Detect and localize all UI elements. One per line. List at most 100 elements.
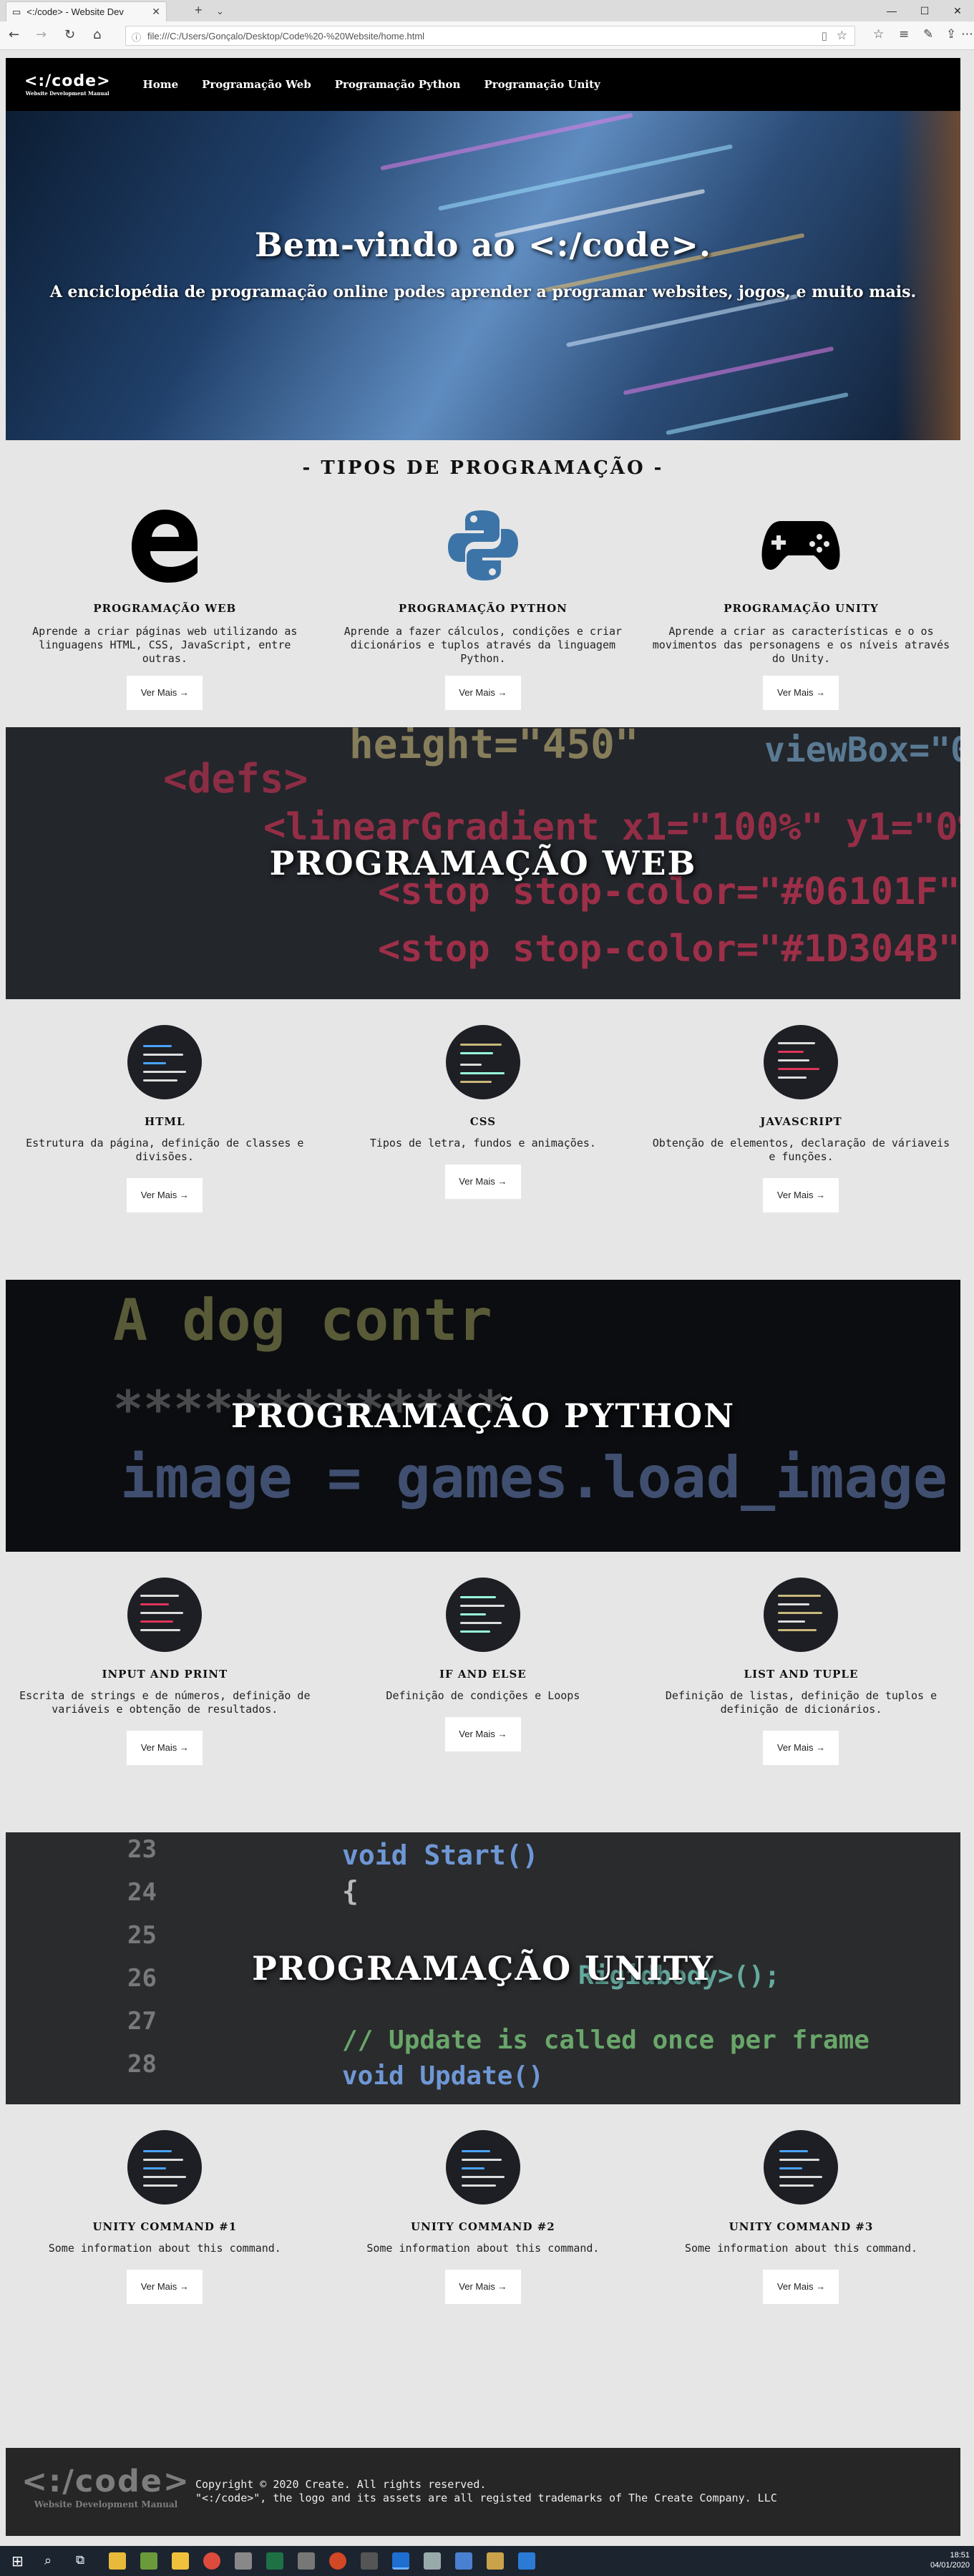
topic-card-unity-1: UNITY COMMAND #1 Some information about … — [6, 2130, 324, 2304]
topic-card-html: HTML Estrutura da página, definição de c… — [6, 1025, 324, 1212]
app-icon[interactable] — [487, 2552, 504, 2570]
ver-mais-button[interactable]: Ver Mais → — [444, 1717, 521, 1751]
share-icon[interactable]: ⇪ — [946, 27, 956, 42]
ver-mais-button[interactable]: Ver Mais → — [763, 2270, 839, 2304]
app-icon[interactable] — [298, 2552, 315, 2570]
python-topics: INPUT AND PRINT Escrita de strings e de … — [6, 1578, 960, 1765]
type-desc: Aprende a criar as características e o o… — [652, 625, 950, 665]
ver-mais-button[interactable]: Ver Mais → — [444, 676, 521, 710]
site-navbar: <:/code> Website Development Manual Home… — [6, 58, 960, 111]
edge-icon — [132, 510, 198, 583]
topic-name: JAVASCRIPT — [760, 1115, 842, 1128]
maximize-icon[interactable]: ☐ — [908, 0, 941, 21]
type-desc: Aprende a criar páginas web utilizando a… — [32, 625, 298, 665]
topic-card-css: CSS Tipos de letra, fundos e animações. … — [324, 1025, 643, 1212]
search-icon[interactable]: ⌕ — [44, 2553, 52, 2568]
browser-tab[interactable]: ▭ <:/code> - Website Dev ✕ — [6, 1, 167, 21]
hub-icon[interactable]: ≡ — [899, 27, 909, 42]
web-topics: HTML Estrutura da página, definição de c… — [6, 1025, 960, 1212]
web-page: <:/code> Website Development Manual Home… — [6, 58, 960, 2304]
type-desc: Aprende a fazer cálculos, condições e cr… — [344, 625, 623, 665]
home-icon[interactable]: ⌂ — [93, 27, 101, 42]
vscode-icon[interactable] — [518, 2552, 535, 2570]
unity-banner-title: PROGRAMAÇÃO UNITY — [252, 1949, 714, 1988]
topic-desc: Obtenção de elementos, declaração de vár… — [652, 1137, 950, 1163]
nav-unity[interactable]: Programação Unity — [484, 78, 600, 91]
topic-desc: Tipos de letra, fundos e animações. — [369, 1137, 596, 1150]
nav-python[interactable]: Programação Python — [335, 78, 461, 91]
tab-title: <:/code> - Website Dev — [26, 6, 124, 17]
topic-desc: Definição de condições e Loops — [386, 1689, 580, 1702]
site-logo[interactable]: <:/code> Website Development Manual — [24, 72, 111, 97]
footer-logo-title: <:/code> — [21, 2464, 190, 2499]
favorites-bar-icon[interactable]: ☆ — [873, 27, 884, 42]
tab-list-chevron-icon[interactable]: ⌄ — [216, 6, 224, 17]
topic-name: UNITY COMMAND #3 — [729, 2220, 874, 2233]
minimize-icon[interactable]: — — [875, 0, 908, 21]
ver-mais-button[interactable]: Ver Mais → — [127, 2270, 203, 2304]
app-icon[interactable] — [424, 2552, 441, 2570]
app-icon[interactable] — [140, 2552, 157, 2570]
url-field[interactable]: ⓘ file:///C:/Users/Gonçalo/Desktop/Code%… — [125, 26, 855, 46]
app-icon[interactable] — [455, 2552, 472, 2570]
type-name: PROGRAMAÇÃO UNITY — [724, 602, 879, 615]
ver-mais-button[interactable]: Ver Mais → — [763, 1731, 839, 1765]
system-clock[interactable]: 18:51 04/01/2020 — [930, 2550, 970, 2570]
nav-web[interactable]: Programação Web — [202, 78, 311, 91]
unity-topics: UNITY COMMAND #1 Some information about … — [6, 2130, 960, 2304]
topic-card-unity-2: UNITY COMMAND #2 Some information about … — [324, 2130, 643, 2304]
code-thumbnail — [764, 1025, 839, 1099]
reading-view-icon[interactable]: ▯ — [822, 29, 827, 42]
code-thumbnail — [764, 1578, 839, 1652]
unity-banner: 23 24 25 26 27 28 void Start() { Rigidbo… — [6, 1832, 960, 2104]
browser-tab-bar: ▭ <:/code> - Website Dev ✕ + ⌄ — ☐ ✕ — [0, 0, 974, 21]
topic-name: UNITY COMMAND #1 — [92, 2220, 238, 2233]
ver-mais-button[interactable]: Ver Mais → — [763, 1178, 839, 1212]
ver-mais-button[interactable]: Ver Mais → — [127, 676, 203, 710]
close-tab-icon[interactable]: ✕ — [152, 6, 160, 18]
ver-mais-button[interactable]: Ver Mais → — [127, 1178, 203, 1212]
ver-mais-button[interactable]: Ver Mais → — [127, 1731, 203, 1765]
windows-start-icon[interactable]: ⊞ — [11, 2552, 24, 2570]
forward-icon[interactable]: → — [36, 27, 47, 42]
edge-taskbar-icon[interactable] — [392, 2552, 409, 2570]
refresh-icon[interactable]: ↻ — [64, 27, 75, 42]
ver-mais-button[interactable]: Ver Mais → — [444, 1165, 521, 1199]
back-icon[interactable]: ← — [9, 27, 19, 42]
python-icon — [447, 510, 518, 580]
type-name: PROGRAMAÇÃO WEB — [93, 602, 237, 615]
info-icon: ⓘ — [132, 32, 142, 43]
type-card-unity: PROGRAMAÇÃO UNITY Aprende a criar as car… — [642, 496, 960, 710]
topic-name: CSS — [469, 1115, 497, 1128]
task-view-icon[interactable]: ⧉ — [76, 2553, 84, 2567]
topic-name: IF AND ELSE — [439, 1668, 527, 1681]
more-icon[interactable]: ⋯ — [961, 27, 973, 42]
app-icon[interactable] — [361, 2552, 378, 2570]
nav-home[interactable]: Home — [143, 78, 179, 91]
favorite-star-icon[interactable]: ☆ — [837, 29, 847, 43]
ver-mais-button[interactable]: Ver Mais → — [763, 676, 839, 710]
file-explorer-icon[interactable] — [172, 2552, 189, 2570]
code-thumbnail — [445, 1578, 520, 1652]
topic-name: INPUT AND PRINT — [102, 1668, 228, 1681]
excel-icon[interactable] — [266, 2552, 283, 2570]
app-icon[interactable] — [329, 2552, 346, 2570]
code-thumbnail — [127, 1025, 203, 1099]
logo-subtitle: Website Development Manual — [25, 90, 109, 97]
python-banner-title: PROGRAMAÇÃO PYTHON — [230, 1396, 736, 1435]
footer-text: Copyright © 2020 Create. All rights rese… — [195, 2478, 777, 2505]
chrome-icon[interactable] — [203, 2552, 220, 2570]
web-banner: height="450" viewBox="0 <defs> <linearGr… — [6, 727, 960, 999]
ver-mais-button[interactable]: Ver Mais → — [444, 2270, 521, 2304]
topic-card-unity-3: UNITY COMMAND #3 Some information about … — [642, 2130, 960, 2304]
new-tab-icon[interactable]: + — [195, 3, 203, 18]
pen-icon[interactable]: ✎ — [923, 27, 933, 42]
python-banner: A dog contr ************* image = games.… — [6, 1280, 960, 1552]
clock-time: 18:51 — [950, 2551, 970, 2560]
types-heading: - TIPOS DE PROGRAMAÇÃO - — [302, 457, 664, 479]
topic-desc: Escrita de strings e de números, definiç… — [19, 1689, 311, 1716]
copyright-line: Copyright © 2020 Create. All rights rese… — [195, 2478, 487, 2491]
store-icon[interactable] — [109, 2552, 126, 2570]
app-icon[interactable] — [235, 2552, 252, 2570]
close-window-icon[interactable]: ✕ — [941, 0, 974, 21]
